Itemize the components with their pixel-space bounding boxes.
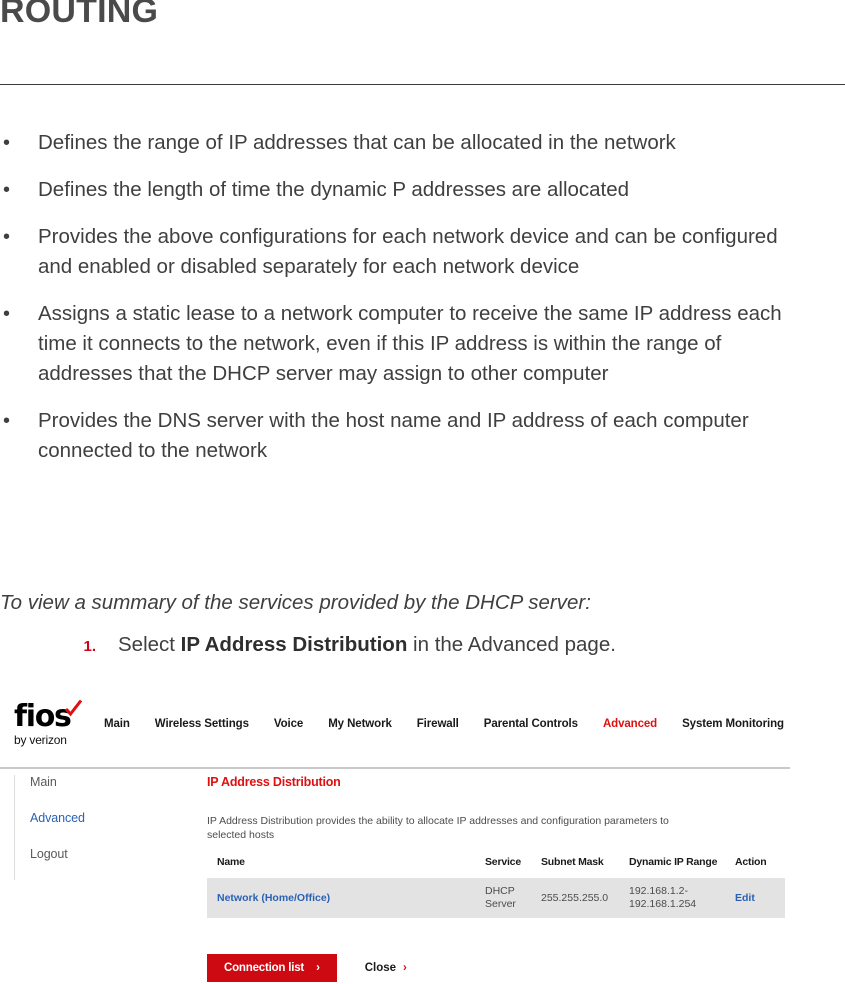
table-row: Network (Home/Office) DHCP Server 255.25… xyxy=(207,878,785,918)
page-title: ROUTING xyxy=(0,0,159,30)
fios-wordmark-text: fios xyxy=(14,699,72,734)
router-button-row: Connection list › Close › xyxy=(207,954,407,982)
step-text-emphasis: IP Address Distribution xyxy=(180,633,408,656)
list-item: • Provides the DNS server with the host … xyxy=(0,406,800,466)
nav-item-advanced[interactable]: Advanced xyxy=(603,718,657,730)
bullet-text: Provides the DNS server with the host na… xyxy=(38,409,749,462)
cell-dynamic-ip-range: 192.168.1.2-192.168.1.254 xyxy=(629,878,735,918)
column-header-subnet-mask: Subnet Mask xyxy=(541,856,604,868)
nav-item-voice[interactable]: Voice xyxy=(274,718,303,730)
router-main-panel: IP Address Distribution IP Address Distr… xyxy=(207,775,787,918)
panel-description: IP Address Distribution provides the abi… xyxy=(207,815,669,841)
router-header-divider xyxy=(0,767,790,769)
router-header: fios by verizon Main Wireless Settings V… xyxy=(0,690,845,770)
step-text-prefix: Select xyxy=(118,633,181,656)
step-text: Select IP Address Distribution in the Ad… xyxy=(118,630,616,660)
nav-item-wireless-settings[interactable]: Wireless Settings xyxy=(155,718,249,730)
nav-item-my-network[interactable]: My Network xyxy=(328,718,392,730)
checkmark-icon xyxy=(64,693,82,717)
nav-item-firewall[interactable]: Firewall xyxy=(417,718,459,730)
close-button-label: Close xyxy=(364,962,397,974)
list-item: • Assigns a static lease to a network co… xyxy=(0,299,800,389)
edit-link[interactable]: Edit xyxy=(735,892,755,904)
list-item: 1. Select IP Address Distribution in the… xyxy=(0,630,800,660)
column-header-service: Service xyxy=(485,856,521,868)
ip-address-distribution-table: Name Service Subnet Mask Dynamic IP Rang… xyxy=(207,856,785,918)
chevron-right-icon: › xyxy=(316,962,320,974)
cell-action: Edit xyxy=(735,878,785,918)
nav-item-system-monitoring[interactable]: System Monitoring xyxy=(682,718,784,730)
connection-list-button[interactable]: Connection list › xyxy=(207,954,337,982)
numbered-step-list: 1. Select IP Address Distribution in the… xyxy=(0,630,800,660)
cell-network-name[interactable]: Network (Home/Office) xyxy=(207,878,485,918)
table-header-row: Name Service Subnet Mask Dynamic IP Rang… xyxy=(207,856,785,878)
bullet-marker: • xyxy=(3,303,11,325)
cell-subnet-mask: 255.255.255.0 xyxy=(541,878,629,918)
nav-item-parental-controls[interactable]: Parental Controls xyxy=(484,718,578,730)
list-item: • Provides the above configurations for … xyxy=(0,222,800,282)
column-header-name: Name xyxy=(217,856,245,868)
procedure-lead-in: To view a summary of the services provid… xyxy=(0,591,591,614)
fios-logo: fios by verizon xyxy=(14,699,106,747)
column-header-action: Action xyxy=(735,856,767,868)
router-top-nav: Main Wireless Settings Voice My Network … xyxy=(104,718,809,730)
column-header-dynamic-ip-range: Dynamic IP Range xyxy=(629,856,718,868)
fios-logo-subtitle: by verizon xyxy=(14,733,67,747)
list-item: • Defines the range of IP addresses that… xyxy=(0,128,800,158)
sidebar-item-advanced[interactable]: Advanced xyxy=(30,811,190,825)
bullet-text: Defines the range of IP addresses that c… xyxy=(38,131,676,154)
list-item: • Defines the length of time the dynamic… xyxy=(0,175,800,205)
sidebar-item-main[interactable]: Main xyxy=(30,775,190,789)
sidebar-item-logout[interactable]: Logout xyxy=(30,847,190,861)
bullet-text: Provides the above configurations for ea… xyxy=(38,225,778,278)
bullet-text: Assigns a static lease to a network comp… xyxy=(38,302,782,385)
bullet-marker: • xyxy=(3,410,11,432)
embedded-router-ui-screenshot: fios by verizon Main Wireless Settings V… xyxy=(0,690,845,984)
router-sidebar: Main Advanced Logout xyxy=(14,775,190,880)
cell-service: DHCP Server xyxy=(485,878,541,918)
bullet-text: Defines the length of time the dynamic P… xyxy=(38,178,630,201)
fios-wordmark: fios xyxy=(14,699,82,734)
bullet-list: • Defines the range of IP addresses that… xyxy=(0,128,800,483)
bullet-marker: • xyxy=(3,132,11,154)
step-number: 1. xyxy=(83,638,96,655)
close-button[interactable]: Close › xyxy=(365,962,407,974)
connection-list-button-label: Connection list xyxy=(224,962,305,974)
panel-title: IP Address Distribution xyxy=(207,775,341,789)
bullet-marker: • xyxy=(3,179,11,201)
title-divider xyxy=(0,84,845,85)
bullet-marker: • xyxy=(3,226,11,248)
nav-item-main[interactable]: Main xyxy=(104,718,130,730)
chevron-right-icon: › xyxy=(403,962,407,974)
step-text-suffix: in the Advanced page. xyxy=(407,633,616,656)
